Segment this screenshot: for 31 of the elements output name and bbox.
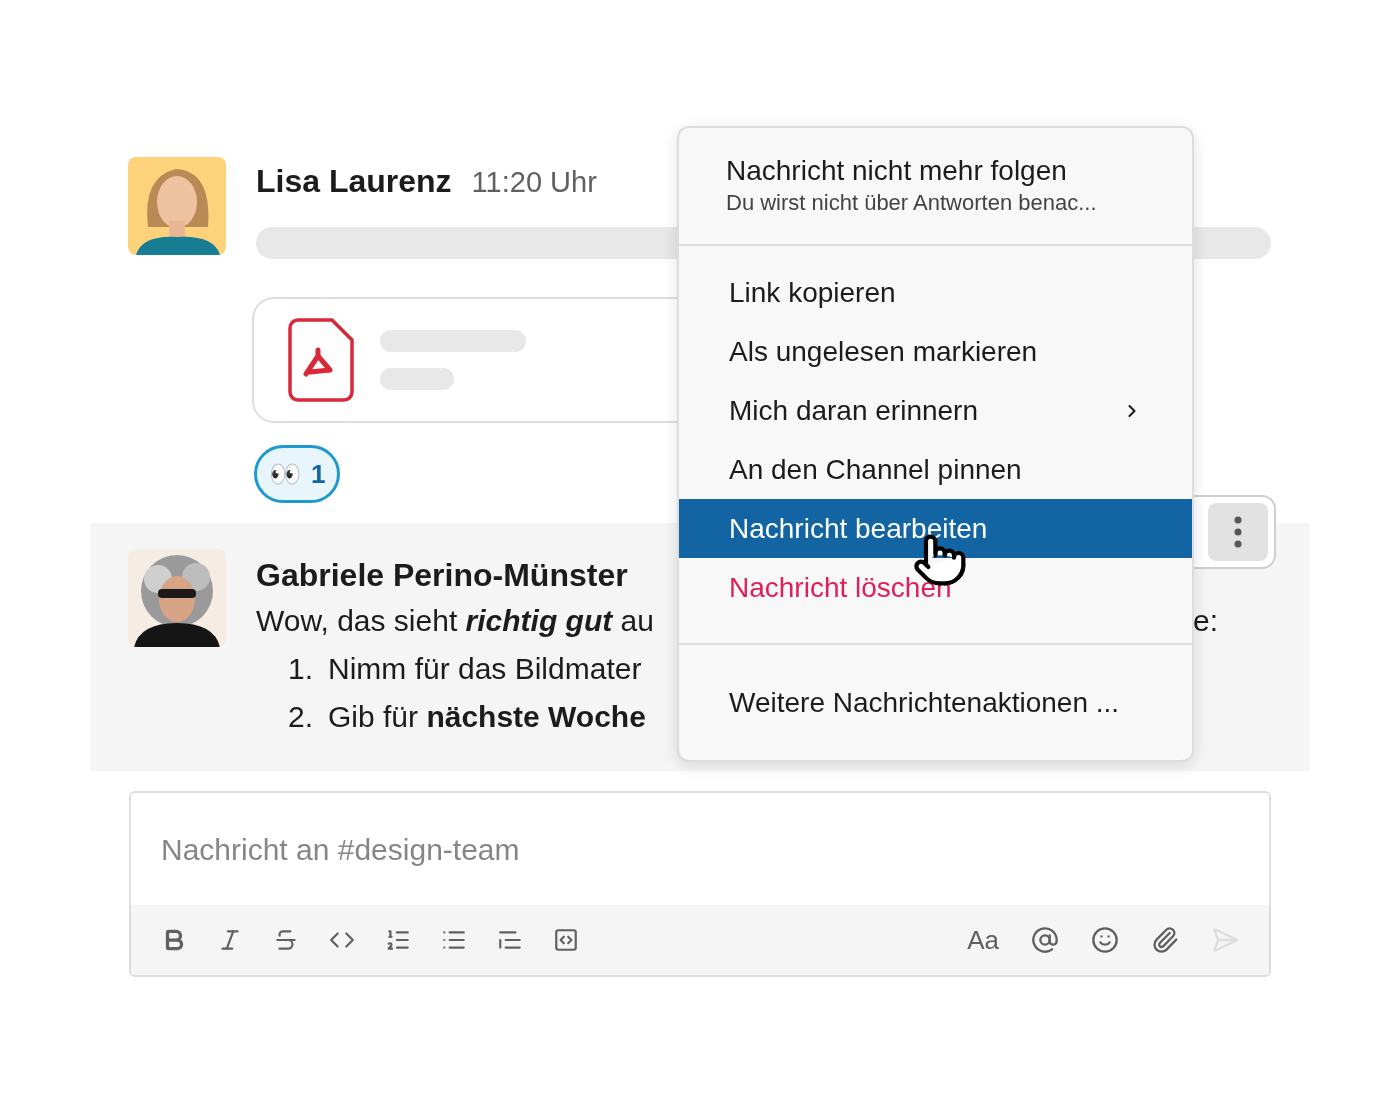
- more-actions-button[interactable]: [1208, 503, 1268, 561]
- mention-icon[interactable]: [1031, 926, 1059, 954]
- menu-item[interactable]: Nachricht löschen: [679, 558, 1192, 617]
- attachment-icon[interactable]: [1151, 926, 1179, 954]
- menu-item[interactable]: Mich daran erinnern: [679, 381, 1192, 440]
- numbered-list-icon[interactable]: [385, 927, 411, 953]
- format-button[interactable]: Aa: [967, 920, 999, 960]
- message-text: Gib für nächste Woche: [328, 699, 646, 735]
- pdf-file-icon: [288, 318, 354, 402]
- menu-item[interactable]: Als ungelesen markieren: [679, 322, 1192, 381]
- reaction-pill[interactable]: 👀 1: [254, 445, 341, 503]
- author-name: Lisa Laurenz: [256, 162, 452, 201]
- menu-item[interactable]: Nachricht bearbeiten: [679, 499, 1192, 558]
- menu-item-description: Du wirst nicht über Antworten benac...: [726, 189, 1098, 217]
- menu-item[interactable]: Weitere Nachrichtenaktionen ...: [679, 673, 1192, 732]
- more-icon: [1234, 516, 1242, 548]
- message-input[interactable]: Nachricht an #design-team: [161, 826, 1269, 872]
- menu-item[interactable]: Link kopieren: [679, 263, 1192, 322]
- list-number: 1.: [288, 651, 315, 687]
- author-name: Gabriele Perino-Münster: [256, 556, 628, 595]
- menu-item-label: Nachricht nicht mehr folgen: [726, 154, 1068, 188]
- list-number: 2.: [288, 699, 315, 735]
- emoji-icon[interactable]: [1091, 926, 1119, 954]
- menu-item[interactable]: Nachricht nicht mehr folgen Du wirst nicht über Antworten benac...: [679, 128, 1192, 244]
- message-text: e:: [1192, 603, 1218, 639]
- message-time: 11:20 Uhr: [471, 165, 597, 200]
- code-block-icon[interactable]: [553, 927, 579, 953]
- message-text: Nimm für das Bildmater: [328, 651, 642, 687]
- message-text: Wow, das sieht richtig gut au: [256, 603, 654, 639]
- menu-item[interactable]: An den Channel pinnen: [679, 440, 1192, 499]
- strikethrough-icon[interactable]: [273, 927, 299, 953]
